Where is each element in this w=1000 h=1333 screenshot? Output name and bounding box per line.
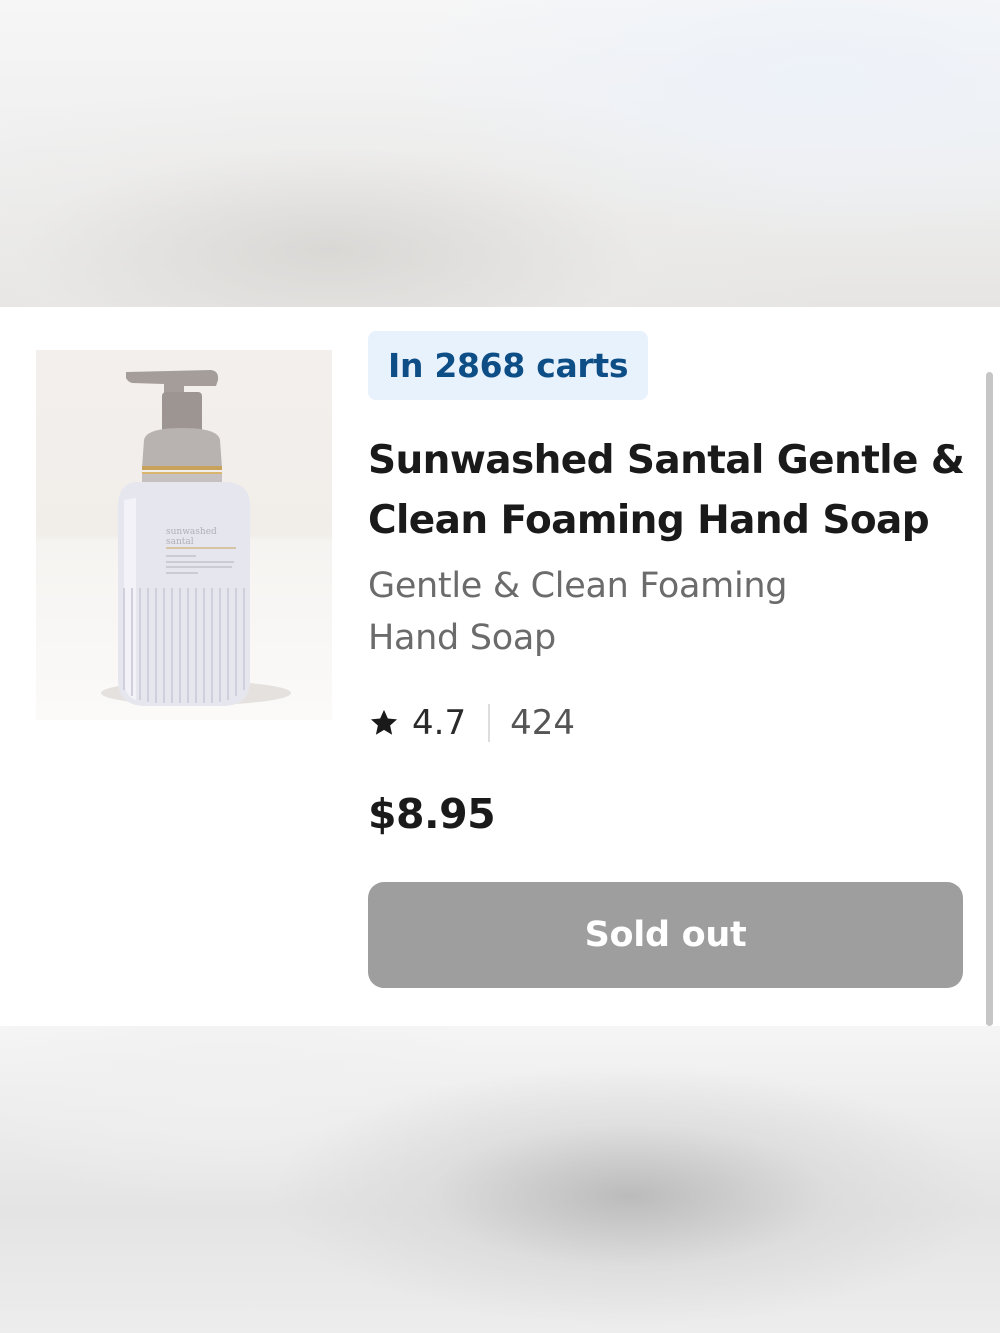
scrollbar[interactable] (986, 372, 993, 1026)
star-icon (370, 709, 398, 735)
review-count: 424 (510, 703, 575, 743)
product-subtitle: Gentle & Clean Foaming Hand Soap (368, 566, 788, 658)
blurred-background-top (0, 0, 1000, 307)
product-card[interactable]: sunwashed santal In 2868 carts Sunwashed… (0, 307, 1000, 1026)
rating-divider (488, 704, 491, 742)
product-image[interactable]: sunwashed santal (36, 350, 332, 720)
rating-row[interactable]: 4.7 424 (368, 701, 575, 745)
rating-value: 4.7 (412, 703, 467, 743)
sold-out-button-label: Sold out (584, 915, 747, 955)
bottle-label-line1: sunwashed (166, 527, 217, 537)
sold-out-button[interactable]: Sold out (368, 882, 963, 988)
in-carts-badge: In 2868 carts (368, 331, 649, 400)
blurred-background-bottom (0, 1026, 1000, 1333)
in-carts-text: In 2868 carts (388, 346, 629, 385)
bottle-label-line2: santal (166, 537, 194, 547)
product-price: $8.95 (368, 790, 496, 838)
product-title[interactable]: Sunwashed Santal Gentle & Clean Foaming … (368, 431, 968, 551)
